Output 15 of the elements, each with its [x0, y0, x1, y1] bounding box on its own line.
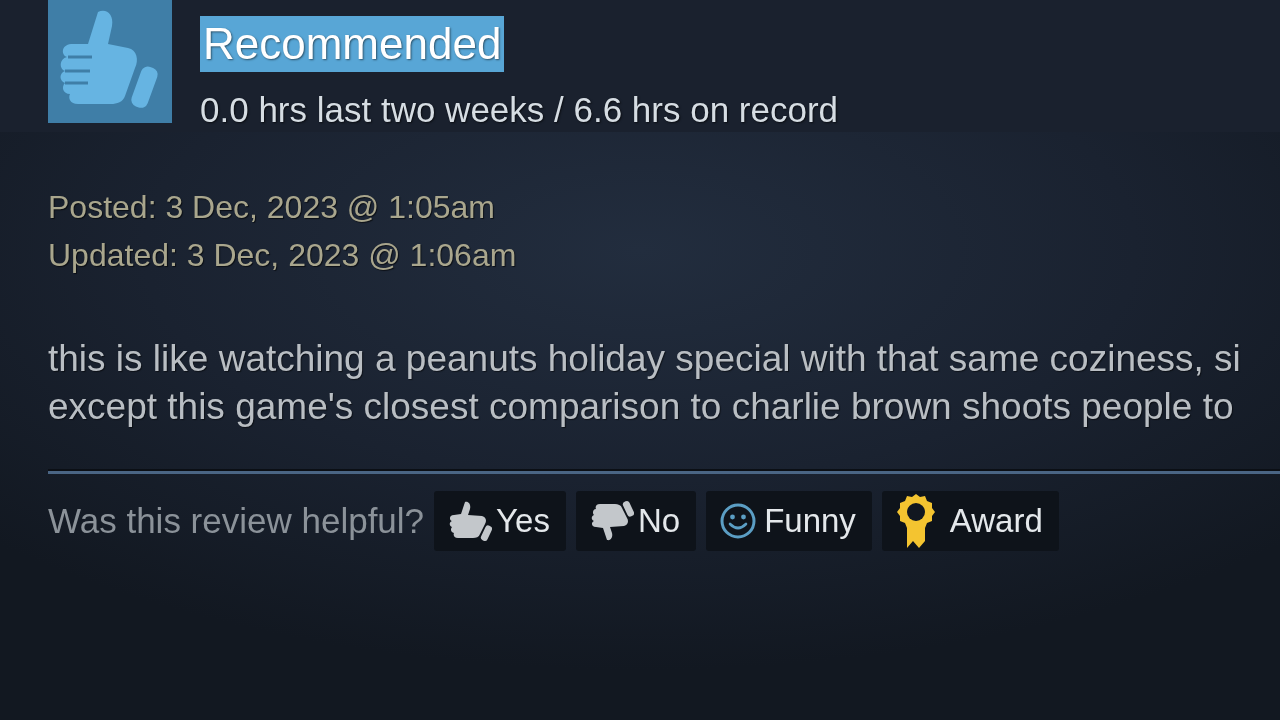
posted-date: Posted: 3 Dec, 2023 @ 1:05am: [48, 188, 496, 227]
helpful-prompt: Was this review helpful?: [48, 499, 425, 542]
review-text: this is like watching a peanuts holiday special with that same coziness, si except this game's closest comparison to charlie brown shoots people to: [48, 337, 1242, 429]
yes-vote-button[interactable]: Yes: [434, 491, 566, 551]
award-ribbon-icon: [895, 493, 936, 549]
thumbs-up-icon: [48, 0, 172, 123]
smiley-icon: [720, 503, 757, 539]
award-vote-button[interactable]: Award: [881, 491, 1059, 551]
thumbs-down-icon: [589, 500, 634, 542]
playtime-text: 0.0 hrs last two weeks / 6.6 hrs on record: [200, 90, 839, 130]
thumbs-up-icon: [448, 500, 493, 542]
verdict-label: Recommended: [200, 16, 505, 72]
funny-vote-button[interactable]: Funny: [706, 491, 872, 551]
no-vote-button[interactable]: No: [575, 491, 697, 551]
updated-date: Updated: 3 Dec, 2023 @ 1:06am: [48, 236, 518, 275]
